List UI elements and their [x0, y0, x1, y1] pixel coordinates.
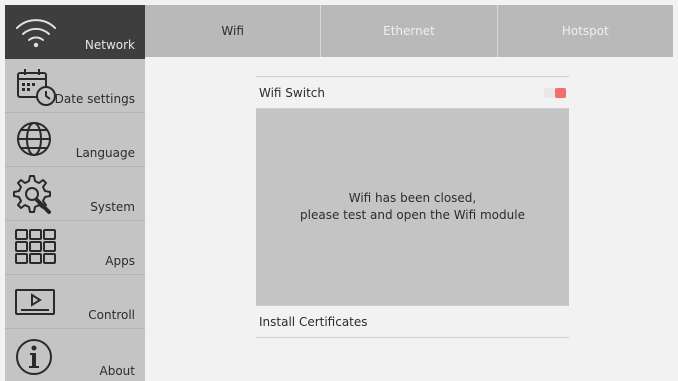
tab-hotspot[interactable]: Hotspot	[498, 5, 673, 57]
wifi-switch-row: Wifi Switch	[256, 76, 569, 108]
sidebar-item-label: Date settings	[54, 92, 135, 106]
sidebar-item-label: About	[99, 364, 135, 378]
wifi-closed-message: Wifi has been closed, please test and op…	[256, 108, 569, 305]
wifi-switch-toggle[interactable]	[544, 88, 566, 98]
calendar-clock-icon	[17, 69, 56, 106]
settings-window: Network Date settings Language System Ap…	[5, 5, 673, 381]
sidebar-item-date-settings[interactable]: Date settings	[5, 59, 145, 113]
install-certificates-row[interactable]: Install Certificates	[256, 305, 569, 338]
tab-wifi[interactable]: Wifi	[145, 5, 322, 57]
network-tabs: Wifi Ethernet Hotspot	[145, 5, 673, 57]
sidebar-item-label: System	[90, 200, 135, 214]
wifi-icon	[16, 19, 56, 48]
info-icon	[16, 339, 52, 375]
gears-icon	[13, 175, 51, 214]
tab-label: Wifi	[221, 24, 244, 38]
toggle-knob	[555, 88, 566, 98]
player-icon	[15, 289, 55, 315]
sidebar-item-language[interactable]: Language	[5, 113, 145, 167]
sidebar-item-label: Language	[75, 146, 135, 160]
wifi-panel: Wifi Switch Wifi has been closed, please…	[256, 76, 569, 338]
closed-message-line2: please test and open the Wifi module	[300, 208, 525, 222]
install-certificates-label: Install Certificates	[259, 314, 368, 329]
tab-ethernet[interactable]: Ethernet	[321, 5, 498, 57]
sidebar-item-about[interactable]: About	[5, 329, 145, 381]
wifi-content: Wifi Switch Wifi has been closed, please…	[145, 57, 673, 381]
tab-label: Hotspot	[561, 24, 609, 38]
sidebar: Network Date settings Language System Ap…	[5, 5, 145, 381]
apps-grid-icon	[15, 229, 56, 264]
tab-label: Ethernet	[383, 24, 435, 38]
sidebar-item-label: Controll	[88, 308, 135, 322]
sidebar-item-system[interactable]: System	[5, 167, 145, 221]
globe-icon	[17, 122, 51, 156]
closed-message-line1: Wifi has been closed,	[348, 191, 477, 205]
sidebar-item-controll[interactable]: Controll	[5, 275, 145, 329]
sidebar-item-label: Network	[84, 38, 135, 52]
sidebar-item-network[interactable]: Network	[5, 5, 145, 59]
sidebar-item-apps[interactable]: Apps	[5, 221, 145, 275]
sidebar-item-label: Apps	[105, 254, 135, 268]
wifi-switch-label: Wifi Switch	[259, 85, 325, 100]
